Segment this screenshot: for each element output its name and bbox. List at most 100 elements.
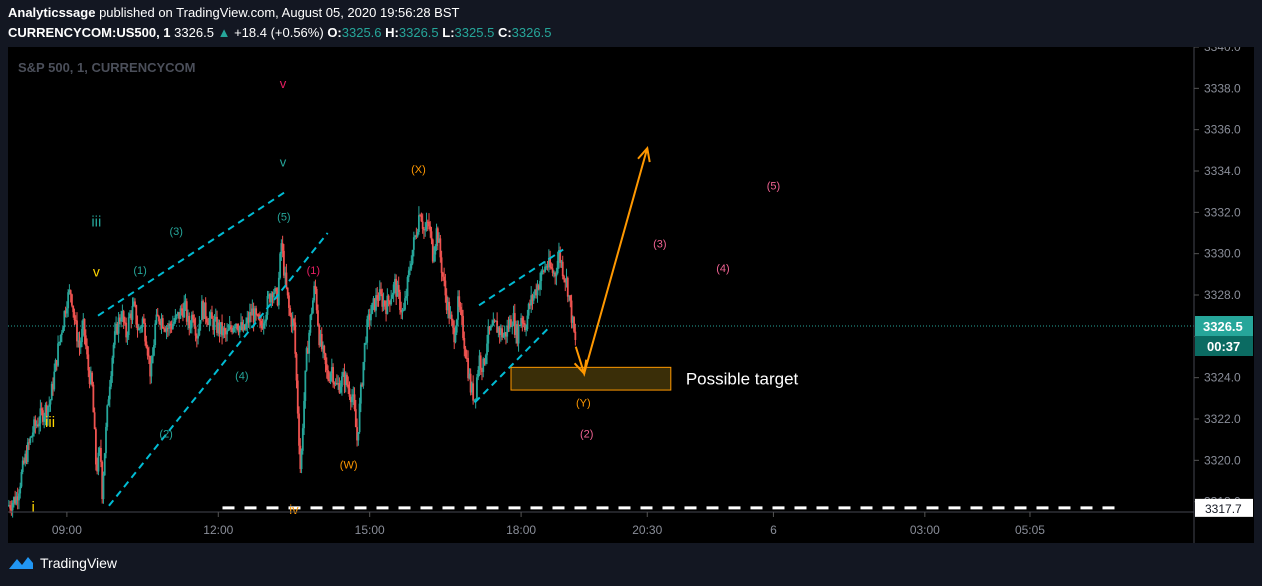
wave-label[interactable]: (W): [340, 459, 358, 471]
candle-body: [193, 319, 196, 327]
candle-body: [300, 450, 303, 470]
price-axis[interactable]: 3340.0 3338.0 3336.0 3334.0 3332.0 3330.0 3328…: [1194, 47, 1253, 517]
candle-body: [441, 272, 444, 277]
candle-body: [180, 308, 183, 311]
x-tick-label: 20:30: [632, 523, 662, 537]
candle-body: [204, 302, 207, 319]
candle-body: [329, 373, 332, 381]
chart-title: S&P 500, 1, CURRENCYCOM: [18, 60, 195, 75]
candle-body: [366, 319, 369, 343]
wave-label[interactable]: (2): [159, 428, 172, 440]
candle-body: [19, 486, 22, 494]
candle-body: [407, 270, 410, 278]
candle-body: [29, 437, 32, 443]
candle-body: [443, 276, 446, 281]
y-tick-label: 3322.0: [1204, 412, 1241, 426]
candle-body: [11, 502, 14, 511]
candle-body: [416, 232, 419, 237]
candle-body: [421, 221, 424, 229]
wave-label[interactable]: (5): [767, 180, 780, 192]
candle-body: [359, 384, 362, 404]
wave-label[interactable]: v: [93, 263, 100, 279]
candle-body: [420, 215, 423, 222]
candle-body: [73, 312, 76, 321]
candle-body: [39, 408, 42, 424]
candle-body: [298, 413, 300, 446]
candle-body: [62, 327, 64, 333]
author-name[interactable]: Analyticssage: [8, 5, 95, 20]
wave-label[interactable]: v: [280, 76, 287, 91]
candle-body: [310, 313, 313, 316]
candle-body: [79, 342, 82, 348]
x-tick-label: 03:00: [910, 523, 940, 537]
wave-label[interactable]: (4): [716, 263, 729, 275]
candle-body: [65, 308, 68, 314]
candle-body: [450, 314, 453, 321]
wave-label[interactable]: (Y): [576, 397, 591, 409]
candle-body: [259, 319, 261, 321]
wave-label[interactable]: iii: [45, 414, 55, 431]
candle-body: [131, 305, 134, 320]
candle-body: [556, 260, 559, 274]
candle-body: [59, 335, 62, 343]
candle-body: [279, 253, 282, 278]
chart-frame[interactable]: Possible target v v iii (3) (5) (1) v (1) (4) (2)…: [8, 47, 1254, 543]
candle-body: [183, 302, 186, 318]
candle-body: [100, 447, 102, 462]
candle-body: [69, 290, 72, 295]
wave-label[interactable]: (5): [277, 211, 290, 223]
candle-body: [275, 288, 278, 292]
candle-body: [105, 426, 107, 454]
candle-body: [324, 353, 327, 365]
candle-body: [561, 261, 564, 277]
wave-label[interactable]: (4): [235, 371, 248, 383]
time-axis[interactable]: 09:00 12:00 15:00 18:00 20:30 6 03:00 05:05: [52, 512, 1045, 537]
candle-body: [122, 311, 125, 323]
candle-body: [409, 268, 411, 271]
price-chart[interactable]: Possible target v v iii (3) (5) (1) v (1) (4) (2)…: [8, 47, 1254, 543]
wave-label[interactable]: v: [280, 155, 287, 170]
candle-body: [9, 505, 12, 509]
x-tick-label: 6: [770, 523, 777, 537]
candle-body: [458, 296, 461, 307]
candle-body: [563, 276, 565, 280]
target-zone-box[interactable]: [510, 366, 672, 391]
candle-body: [26, 442, 29, 462]
candle-body: [150, 363, 153, 377]
candle-body: [371, 302, 374, 314]
candle-body: [315, 289, 318, 311]
wave-label[interactable]: (1): [133, 265, 146, 277]
wave-label[interactable]: (3): [170, 226, 183, 238]
candle-body: [486, 343, 488, 356]
candle-body: [574, 331, 577, 341]
candle-body: [370, 313, 372, 321]
brand-name[interactable]: TradingView: [40, 555, 117, 571]
candle-body: [460, 309, 463, 316]
wave-label[interactable]: i: [32, 499, 35, 516]
candle-body: [463, 337, 466, 349]
wave-label[interactable]: iii: [91, 214, 101, 231]
wave-label[interactable]: (X): [411, 164, 426, 176]
wave-label[interactable]: (1): [307, 265, 320, 277]
wave-label[interactable]: iv: [289, 502, 299, 517]
y-tick-label: 3334.0: [1204, 164, 1241, 178]
candle-body: [440, 257, 443, 273]
candle-body: [569, 295, 572, 301]
candle-body: [198, 323, 201, 336]
candle-body: [539, 280, 541, 290]
candle-body: [410, 263, 413, 269]
candle-body: [303, 400, 305, 429]
candle-body: [353, 394, 356, 410]
candle-body: [206, 318, 208, 323]
candle-body: [20, 472, 23, 487]
wave-label[interactable]: (2): [580, 428, 593, 440]
candle-body: [521, 318, 524, 324]
plot-area[interactable]: [8, 47, 1194, 512]
candle-body: [341, 376, 343, 387]
candle-body: [380, 289, 382, 295]
wave-label[interactable]: (3): [653, 238, 666, 250]
y-tick-label: 3332.0: [1204, 205, 1241, 219]
low-label: L:: [442, 25, 455, 40]
candle-body: [134, 301, 136, 306]
candle-body: [402, 309, 405, 311]
